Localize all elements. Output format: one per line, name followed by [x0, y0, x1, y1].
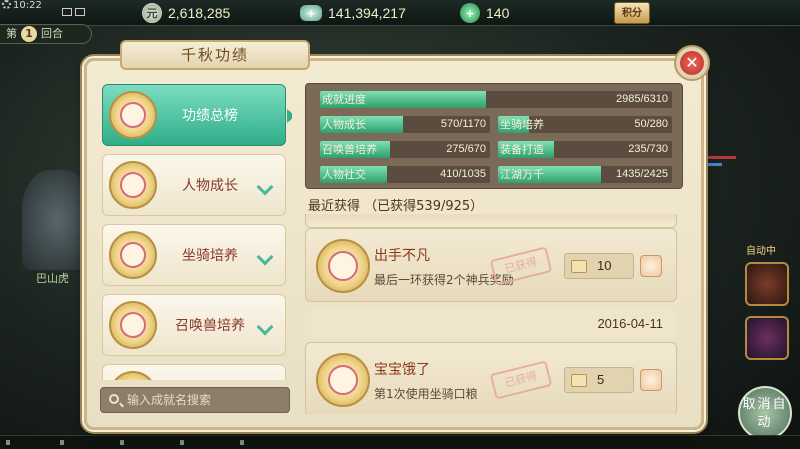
progress-value: 235/730 [628, 143, 668, 155]
achievement-title: 宝宝饿了 [374, 362, 430, 378]
progress-value: 410/1035 [440, 168, 486, 180]
progress-bar-mount: 坐骑培养 50/280 [498, 116, 672, 133]
achievement-row-partial [305, 214, 677, 228]
progress-value: 2985/6310 [616, 93, 668, 105]
progress-bar-summon: 召唤兽培养 275/670 [320, 141, 490, 158]
progress-bar-equipment: 装备打造 235/730 [498, 141, 672, 158]
progress-label: 成就进度 [322, 93, 366, 106]
settings-icon [2, 0, 11, 9]
search-icon [109, 394, 119, 404]
medal-icon [316, 353, 370, 407]
ingot-amount: 141,394,217 [328, 5, 406, 21]
ingot-icon: + [300, 5, 322, 21]
progress-label: 人物成长 [322, 118, 366, 131]
recent-title: 最近获得 [308, 199, 361, 214]
progress-label: 人物社交 [322, 168, 366, 181]
category-label: 坐骑培养 [182, 248, 238, 264]
round-suffix: 回合 [41, 27, 63, 40]
progress-label: 召唤兽培养 [322, 143, 377, 156]
jade-icon: + [460, 3, 480, 23]
medal-icon [109, 161, 157, 209]
silver-coin-icon: 元 [142, 3, 162, 23]
category-item-summon[interactable]: 召唤兽培养 [102, 294, 286, 356]
medal-icon [109, 91, 157, 139]
progress-bar-character: 人物成长 570/1170 [320, 116, 490, 133]
category-label: 人物成长 [182, 178, 238, 194]
obtained-stamp: 已获得 [489, 360, 553, 400]
progress-summary: 成就进度 2985/6310 人物成长 570/1170 坐骑培养 50/280… [305, 83, 683, 189]
scroll-icon [571, 260, 587, 273]
skill-slot-1[interactable] [745, 262, 789, 306]
progress-value: 1435/2425 [616, 168, 668, 180]
chevron-down-icon [256, 248, 274, 266]
currency-silver[interactable]: 元 2,618,285 [142, 3, 230, 23]
scroll-icon [571, 374, 587, 387]
date-divider: 2016-04-11 [305, 310, 677, 338]
progress-label: 坐骑培养 [500, 118, 544, 131]
bottom-strip [0, 435, 800, 449]
currency-ingot[interactable]: + 141,394,217 [300, 3, 406, 23]
round-indicator: 第 1 回合 [0, 24, 92, 44]
category-item-character[interactable]: 人物成长 [102, 154, 286, 216]
recent-header: 最近获得 （已获得539/925） [308, 195, 483, 214]
progress-bar-social: 人物社交 410/1035 [320, 166, 490, 183]
mail-icon [62, 8, 72, 16]
achievement-row[interactable]: 宝宝饿了 第1次使用坐骑口粮 已获得 5 [305, 342, 677, 414]
progress-bar-overall: 成就进度 2985/6310 [320, 91, 672, 108]
jade-amount: 140 [486, 5, 510, 21]
date-text: 2016-04-11 [597, 316, 663, 331]
category-label: 功绩总榜 [182, 108, 238, 124]
chevron-down-icon [256, 178, 274, 196]
progress-value: 50/280 [634, 118, 668, 130]
round-prefix: 第 [6, 27, 17, 40]
close-icon: ✕ [680, 51, 704, 75]
category-label: 召唤兽培养 [175, 318, 245, 334]
category-item-partial[interactable] [102, 364, 286, 380]
reward-box: 5 [564, 367, 634, 393]
score-button[interactable]: 积分 [614, 2, 650, 24]
category-item-mount[interactable]: 坐骑培养 [102, 224, 286, 286]
medal-icon [109, 301, 157, 349]
silver-amount: 2,618,285 [168, 5, 231, 21]
search-input[interactable]: 输入成就名搜索 [100, 387, 290, 413]
reward-value: 5 [597, 372, 605, 387]
reward-hand-icon[interactable] [640, 369, 662, 391]
auto-status-label: 自动中 [746, 246, 776, 257]
skill-slot-2[interactable] [745, 316, 789, 360]
chevron-down-icon [256, 318, 274, 336]
progress-label: 装备打造 [500, 143, 544, 156]
reward-value: 10 [597, 258, 612, 273]
status-clock: 10:22 [2, 0, 42, 12]
search-placeholder: 输入成就名搜索 [127, 393, 212, 407]
progress-value: 275/670 [446, 143, 486, 155]
npc-name: 巴山虎 [36, 272, 69, 285]
achievement-row[interactable]: 出手不凡 最后一环获得2个神兵奖励 已获得 10 [305, 228, 677, 302]
medal-icon [109, 371, 157, 380]
medal-icon [109, 231, 157, 279]
category-item-overall[interactable]: 功绩总榜 [102, 84, 292, 146]
progress-bar-jianghu: 江湖万千 1435/2425 [498, 166, 672, 183]
top-hud: 10:22 元 2,618,285 + 141,394,217 + 140 积分 [0, 0, 800, 26]
reward-hand-icon[interactable] [640, 255, 662, 277]
achievement-list[interactable]: 出手不凡 最后一环获得2个神兵奖励 已获得 10 2016-04-11 宝宝饿了… [305, 214, 683, 414]
panel-title: 千秋功绩 [120, 40, 310, 70]
wifi-icon [75, 8, 85, 16]
reward-box: 10 [564, 253, 634, 279]
progress-label: 江湖万千 [500, 168, 544, 181]
achievement-title: 出手不凡 [374, 248, 430, 264]
clock-text: 10:22 [13, 0, 42, 11]
round-number: 1 [21, 26, 37, 42]
medal-icon [316, 239, 370, 293]
achievement-desc: 第1次使用坐骑口粮 [374, 387, 478, 401]
currency-jade[interactable]: + 140 [460, 3, 509, 23]
cancel-auto-button[interactable]: 取消自动 [738, 386, 792, 440]
category-list[interactable]: 功绩总榜 人物成长 坐骑培养 召唤兽培养 [98, 80, 292, 380]
progress-value: 570/1170 [440, 118, 486, 130]
obtained-stamp: 已获得 [489, 246, 553, 286]
recent-count: （已获得539/925） [364, 199, 484, 214]
npc-figure [22, 170, 92, 270]
system-icons [62, 1, 102, 16]
close-button[interactable]: ✕ [674, 45, 710, 81]
